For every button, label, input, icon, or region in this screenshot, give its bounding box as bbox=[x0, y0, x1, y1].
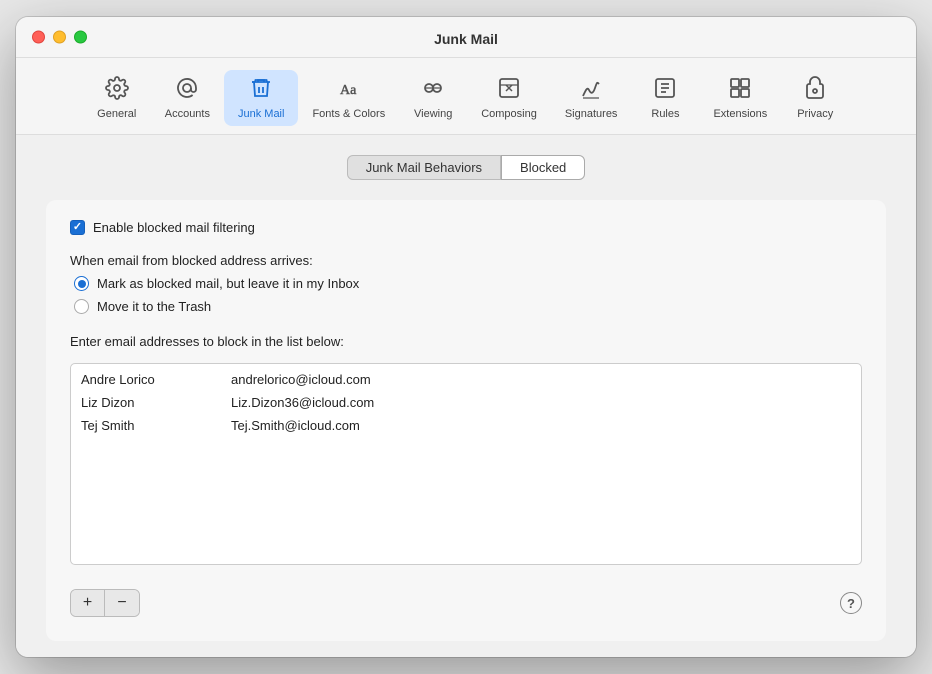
radio-move-to-trash[interactable] bbox=[74, 299, 89, 314]
blocked-email-1: Liz.Dizon36@icloud.com bbox=[231, 395, 374, 410]
gear-icon bbox=[105, 76, 129, 104]
bottom-bar: + − ? bbox=[70, 579, 862, 621]
blocked-name-2: Tej Smith bbox=[81, 418, 231, 433]
toolbar-label-general: General bbox=[97, 108, 136, 120]
extensions-icon bbox=[728, 76, 752, 104]
enable-filtering-row: Enable blocked mail filtering bbox=[70, 220, 862, 235]
window-title: Junk Mail bbox=[434, 31, 498, 47]
settings-panel: Enable blocked mail filtering When email… bbox=[46, 200, 886, 641]
blocked-row-1[interactable]: Liz Dizon Liz.Dizon36@icloud.com bbox=[71, 391, 861, 414]
toolbar-item-privacy[interactable]: Privacy bbox=[781, 70, 849, 126]
svg-text:Aa: Aa bbox=[340, 83, 357, 98]
radio-row-leave-in-inbox: Mark as blocked mail, but leave it in my… bbox=[74, 276, 862, 291]
blocked-email-2: Tej.Smith@icloud.com bbox=[231, 418, 360, 433]
traffic-lights bbox=[32, 31, 87, 44]
toolbar-item-extensions[interactable]: Extensions bbox=[699, 70, 781, 126]
viewing-icon bbox=[421, 76, 445, 104]
toolbar-label-fonts-colors: Fonts & Colors bbox=[312, 108, 385, 120]
radio-label-move-to-trash: Move it to the Trash bbox=[97, 299, 211, 314]
radio-leave-in-inbox[interactable] bbox=[74, 276, 89, 291]
radio-row-move-to-trash: Move it to the Trash bbox=[74, 299, 862, 314]
junk-mail-icon bbox=[249, 76, 273, 104]
tab-bar: Junk Mail Behaviors Blocked bbox=[46, 155, 886, 180]
remove-button[interactable]: − bbox=[105, 590, 139, 616]
signatures-icon bbox=[579, 76, 603, 104]
toolbar-label-extensions: Extensions bbox=[713, 108, 767, 120]
enable-filtering-checkbox[interactable] bbox=[70, 220, 85, 235]
toolbar: General Accounts bbox=[16, 58, 916, 135]
toolbar-item-accounts[interactable]: Accounts bbox=[151, 70, 224, 126]
toolbar-label-junk-mail: Junk Mail bbox=[238, 108, 284, 120]
minimize-button[interactable] bbox=[53, 31, 66, 44]
radio-group: Mark as blocked mail, but leave it in my… bbox=[74, 276, 862, 314]
toolbar-item-junk-mail[interactable]: Junk Mail bbox=[224, 70, 298, 126]
blocked-list-container: Andre Lorico andrelorico@icloud.com Liz … bbox=[70, 363, 862, 565]
when-email-label: When email from blocked address arrives: bbox=[70, 253, 862, 268]
toolbar-label-privacy: Privacy bbox=[797, 108, 833, 120]
toolbar-item-signatures[interactable]: Signatures bbox=[551, 70, 632, 126]
blocked-name-0: Andre Lorico bbox=[81, 372, 231, 387]
close-button[interactable] bbox=[32, 31, 45, 44]
blocked-row-2[interactable]: Tej Smith Tej.Smith@icloud.com bbox=[71, 414, 861, 437]
title-bar: Junk Mail bbox=[16, 17, 916, 58]
enter-addresses-label: Enter email addresses to block in the li… bbox=[70, 334, 862, 349]
blocked-list[interactable]: Andre Lorico andrelorico@icloud.com Liz … bbox=[71, 364, 861, 564]
toolbar-label-viewing: Viewing bbox=[414, 108, 452, 120]
privacy-icon bbox=[803, 76, 827, 104]
help-button[interactable]: ? bbox=[840, 592, 862, 614]
radio-label-leave-in-inbox: Mark as blocked mail, but leave it in my… bbox=[97, 276, 359, 291]
tab-blocked[interactable]: Blocked bbox=[501, 155, 585, 180]
toolbar-item-rules[interactable]: Rules bbox=[631, 70, 699, 126]
toolbar-label-rules: Rules bbox=[651, 108, 679, 120]
when-email-section: When email from blocked address arrives:… bbox=[70, 249, 862, 314]
toolbar-item-general[interactable]: General bbox=[83, 70, 151, 126]
content-area: Junk Mail Behaviors Blocked Enable block… bbox=[16, 135, 916, 657]
toolbar-label-signatures: Signatures bbox=[565, 108, 618, 120]
add-remove-group: + − bbox=[70, 589, 140, 617]
fonts-icon: Aa bbox=[337, 76, 361, 104]
blocked-row-0[interactable]: Andre Lorico andrelorico@icloud.com bbox=[71, 368, 861, 391]
toolbar-item-composing[interactable]: Composing bbox=[467, 70, 551, 126]
toolbar-label-accounts: Accounts bbox=[165, 108, 210, 120]
toolbar-label-composing: Composing bbox=[481, 108, 537, 120]
rules-icon bbox=[653, 76, 677, 104]
at-icon bbox=[175, 76, 199, 104]
toolbar-item-viewing[interactable]: Viewing bbox=[399, 70, 467, 126]
main-window: Junk Mail General Accounts bbox=[16, 17, 916, 657]
toolbar-item-fonts-colors[interactable]: Aa Fonts & Colors bbox=[298, 70, 399, 126]
add-button[interactable]: + bbox=[71, 590, 105, 616]
tab-junk-mail-behaviors[interactable]: Junk Mail Behaviors bbox=[347, 155, 501, 180]
maximize-button[interactable] bbox=[74, 31, 87, 44]
blocked-email-0: andrelorico@icloud.com bbox=[231, 372, 371, 387]
compose-icon bbox=[497, 76, 521, 104]
blocked-name-1: Liz Dizon bbox=[81, 395, 231, 410]
enable-filtering-label: Enable blocked mail filtering bbox=[93, 220, 255, 235]
